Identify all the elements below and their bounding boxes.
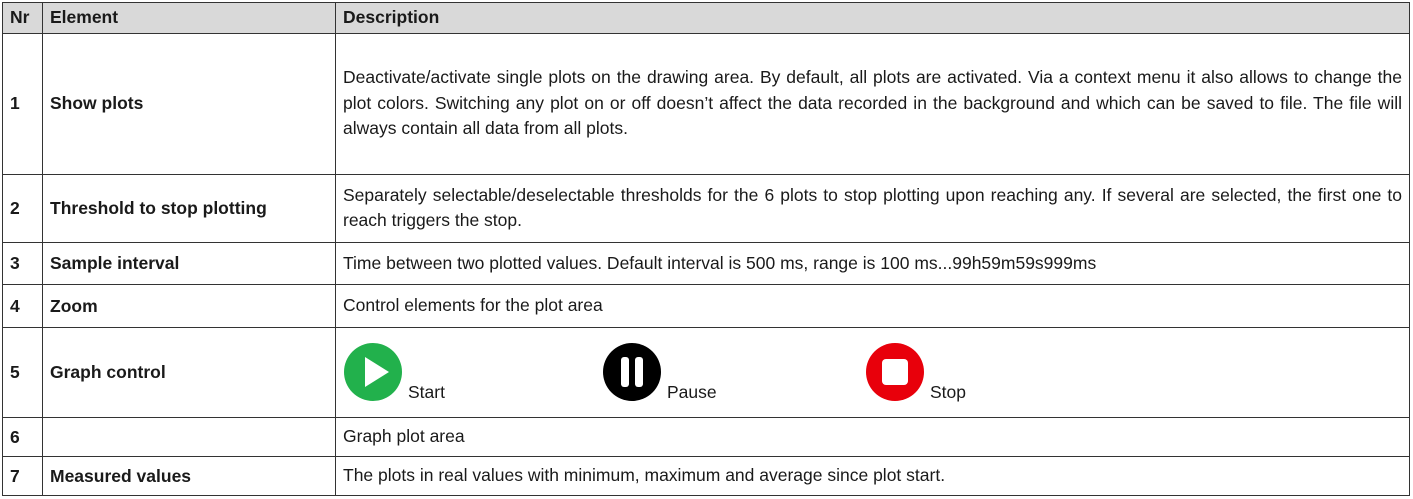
table-row: 6 Graph plot area [2,417,1410,458]
header-nr: Nr [2,2,43,34]
row-description: Separately selectable/deselectable thres… [335,173,1410,244]
row-element: Threshold to stop plotting [42,173,336,244]
row-nr: 4 [2,284,43,328]
row-description-graph-control: Start Pause Stop [335,326,1410,419]
row-description: The plots in real values with minimum, m… [335,456,1410,496]
row-element: Graph control [42,326,336,419]
table-row: 3 Sample interval Time between two plott… [2,241,1410,286]
row-element: Show plots [42,32,336,175]
row-description: Graph plot area [335,417,1410,458]
row-nr: 2 [2,173,43,244]
pause-icon [603,343,661,402]
start-label: Start [408,382,445,403]
stop-label: Stop [930,382,966,403]
graph-control-legend: Start Pause Stop [343,334,1402,410]
row-element [42,417,336,458]
stop-icon [866,343,924,402]
row-nr: 1 [2,32,43,175]
row-description: Time between two plotted values. Default… [335,241,1410,286]
row-description: Deactivate/activate single plots on the … [335,32,1410,175]
table-row: 2 Threshold to stop plotting Separately … [2,173,1410,244]
row-nr: 3 [2,241,43,286]
row-description: Control elements for the plot area [335,284,1410,328]
elements-table: Nr Element Description 1 Show plots Deac… [2,2,1410,496]
table-row: 4 Zoom Control elements for the plot are… [2,284,1410,328]
header-element: Element [42,2,336,34]
play-icon [344,343,402,402]
row-element: Measured values [42,456,336,496]
table-row: 1 Show plots Deactivate/activate single … [2,32,1410,175]
table-row: 5 Graph control Start Pause Stop [2,326,1410,419]
table-row: 7 Measured values The plots in real valu… [2,456,1410,496]
pause-label: Pause [667,382,717,403]
table-header-row: Nr Element Description [2,2,1410,34]
row-nr: 7 [2,456,43,496]
header-description: Description [335,2,1410,34]
row-nr: 6 [2,417,43,458]
row-nr: 5 [2,326,43,419]
row-element: Sample interval [42,241,336,286]
row-element: Zoom [42,284,336,328]
